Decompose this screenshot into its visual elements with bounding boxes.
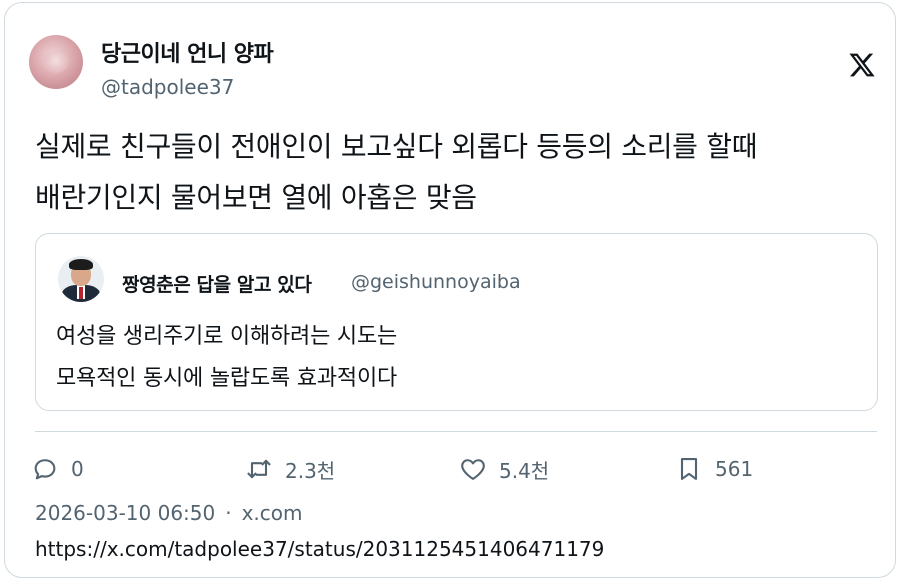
retweet-button[interactable]: 2.3천 bbox=[245, 453, 335, 485]
avatar-face bbox=[43, 51, 69, 73]
divider bbox=[35, 431, 877, 432]
reply-icon bbox=[34, 459, 56, 480]
tweet-meta: 2026-03-10 06:50 · x.com bbox=[35, 501, 303, 525]
reply-count: 0 bbox=[71, 457, 84, 481]
quoted-author-avatar[interactable] bbox=[58, 256, 104, 302]
tweet-card: 당근이네 언니 양파 @tadpolee37 실제로 친구들이 전애인이 보고싶… bbox=[4, 2, 896, 578]
retweet-count: 2.3천 bbox=[285, 458, 336, 483]
reply-button[interactable]: 0 bbox=[31, 453, 84, 485]
x-logo-icon[interactable] bbox=[848, 51, 876, 79]
like-button[interactable]: 5.4천 bbox=[459, 453, 549, 485]
tweet-text: 실제로 친구들이 전애인이 보고싶다 외롭다 등등의 소리를 할때 배란기인지 … bbox=[35, 130, 758, 214]
avatar-tie bbox=[79, 287, 83, 299]
author-handle[interactable]: @tadpolee37 bbox=[101, 75, 234, 99]
bookmark-button[interactable]: 561 bbox=[675, 453, 753, 485]
timestamp[interactable]: 2026-03-10 06:50 bbox=[35, 501, 215, 525]
avatar-hair bbox=[69, 259, 93, 270]
heart-icon bbox=[461, 459, 485, 480]
quoted-tweet[interactable]: 짱영춘은 답을 알고 있다 @geishunnoyaiba 여성을 생리주기로 … bbox=[35, 233, 878, 411]
author-display-name[interactable]: 당근이네 언니 양파 bbox=[101, 36, 274, 68]
bookmark-count: 561 bbox=[715, 457, 754, 481]
retweet-icon bbox=[247, 459, 271, 479]
bookmark-icon bbox=[680, 458, 698, 480]
tweet-url[interactable]: https://x.com/tadpolee37/status/20311254… bbox=[35, 537, 604, 561]
quoted-tweet-text: 여성을 생리주기로 이해하려는 시도는 모욕적인 동시에 놀랍도록 효과적이다 bbox=[56, 324, 398, 391]
source-link[interactable]: x.com bbox=[242, 501, 303, 525]
author-avatar[interactable] bbox=[29, 35, 83, 89]
quoted-author-name[interactable]: 짱영춘은 답을 알고 있다 bbox=[122, 270, 312, 297]
meta-separator: · bbox=[225, 501, 232, 525]
like-count: 5.4천 bbox=[499, 458, 550, 483]
quoted-author-handle[interactable]: @geishunnoyaiba bbox=[351, 271, 521, 293]
